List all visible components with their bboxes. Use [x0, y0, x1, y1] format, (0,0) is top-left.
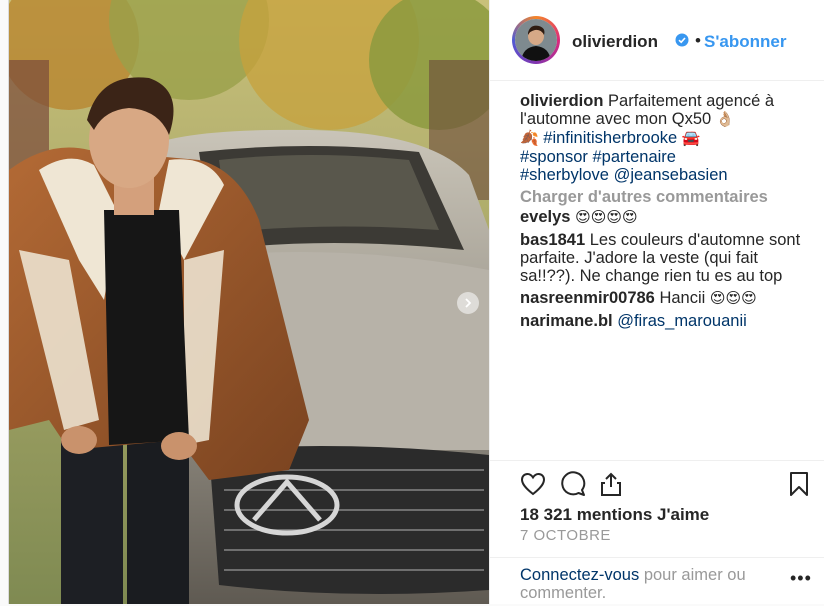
likes-count[interactable]: 18 321 mentions J'aime	[520, 505, 709, 525]
comment-username[interactable]: bas1841	[520, 231, 585, 249]
comments-section: olivierdion Parfaitement agencé à l'auto…	[520, 92, 810, 334]
comment-username[interactable]: nasreenmir00786	[520, 289, 655, 307]
comment: bas1841 Les couleurs d'automne sont parf…	[520, 231, 810, 285]
chevron-right-icon	[465, 298, 472, 308]
comment: narimane.bl @firas_marouanii	[520, 312, 810, 330]
load-more-comments-button[interactable]: Charger d'autres commentaires	[520, 188, 810, 206]
bookmark-icon[interactable]	[786, 471, 812, 497]
post-date: 7 OCTOBRE	[520, 527, 611, 544]
hashtag-link[interactable]: #infinitisherbrooke	[543, 129, 677, 147]
comment-emoji: 😍😍😍	[709, 290, 757, 307]
login-prompt: Connectez-vous pour aimer ou commenter. …	[490, 557, 824, 606]
post-photo[interactable]	[9, 0, 489, 604]
post-sidebar: olivierdion • S'abonner olivierdion Parf…	[489, 0, 824, 604]
login-text: Connectez-vous pour aimer ou commenter.	[520, 566, 780, 602]
comment-icon[interactable]	[560, 471, 586, 497]
comment-text: Hancii	[659, 289, 706, 307]
comment: nasreenmir00786 Hancii 😍😍😍	[520, 289, 810, 308]
avatar[interactable]	[512, 16, 560, 64]
heart-icon[interactable]	[520, 471, 546, 497]
hashtag-link[interactable]: #sponsor	[520, 148, 588, 166]
mention-link[interactable]: @jeansebasien	[614, 166, 728, 184]
comment-username[interactable]: evelys	[520, 208, 570, 226]
header-username[interactable]: olivierdion	[572, 32, 658, 52]
comment-username[interactable]: narimane.bl	[520, 312, 613, 330]
leaf-emoji: 🍂	[520, 130, 539, 147]
caption: olivierdion Parfaitement agencé à l'auto…	[520, 92, 810, 184]
follow-button[interactable]: S'abonner	[704, 32, 786, 52]
car-emoji: 🚘	[681, 130, 701, 147]
instagram-post: olivierdion • S'abonner olivierdion Parf…	[8, 0, 824, 604]
hashtag-link[interactable]: #partenaire	[592, 148, 675, 166]
avatar-image	[515, 19, 557, 61]
more-options-button[interactable]: •••	[790, 568, 812, 589]
carousel-next-button[interactable]	[457, 292, 479, 314]
hashtag-link[interactable]: #sherbylove	[520, 166, 609, 184]
comment-emoji: 😍😍😍😍	[575, 209, 638, 226]
ok-hand-emoji: 👌🏼	[715, 111, 735, 128]
post-header: olivierdion • S'abonner	[490, 0, 824, 81]
verified-icon	[675, 33, 689, 47]
share-icon[interactable]	[598, 471, 624, 497]
caption-username[interactable]: olivierdion	[520, 92, 603, 110]
separator-dot: •	[695, 31, 701, 50]
login-link[interactable]: Connectez-vous	[520, 566, 639, 584]
action-bar: 18 321 mentions J'aime 7 OCTOBRE Connect…	[490, 460, 824, 605]
mention-link[interactable]: @firas_marouanii	[617, 312, 747, 330]
photo-illustration	[9, 0, 489, 604]
comment: evelys 😍😍😍😍	[520, 208, 810, 227]
